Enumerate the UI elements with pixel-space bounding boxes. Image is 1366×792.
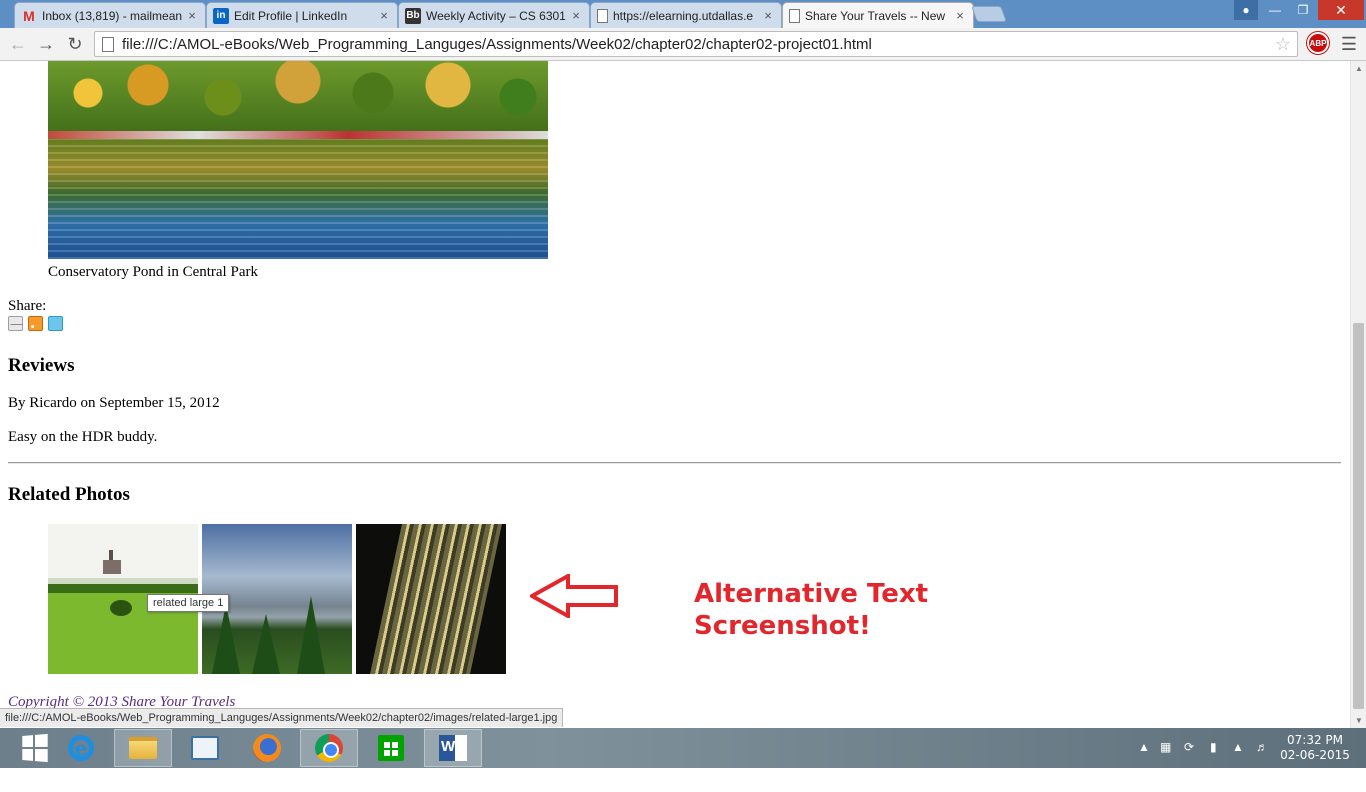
share-label: Share: [8,298,47,314]
tab-share-your-travels[interactable]: Share Your Travels -- New × [782,2,974,28]
annotation-line-2: Screenshot! [694,611,871,641]
status-bubble: file:///C:/AMOL-eBooks/Web_Programming_L… [0,708,564,727]
photo-caption: Conservatory Pond in Central Park [48,264,258,280]
related-photo-3[interactable] [356,524,506,674]
review-byline: By Ricardo on September 15, 2012 [8,395,220,411]
taskbar-internet-explorer[interactable]: e [52,729,110,767]
photo-trees [48,61,548,141]
reviews-heading: Reviews [8,355,75,376]
word-icon: W [439,735,467,761]
new-tab-button[interactable] [971,6,1007,22]
gmail-icon: M [23,7,35,24]
close-icon[interactable]: × [185,8,199,23]
review-text: Easy on the HDR buddy. [8,429,158,445]
rss-icon[interactable] [28,316,43,331]
user-icon[interactable]: ● [1234,0,1258,20]
photo-shore [48,131,548,139]
scrollbar-thumb[interactable] [1353,323,1364,709]
address-bar[interactable]: file:///C:/AMOL-eBooks/Web_Programming_L… [94,31,1298,57]
windows-logo-icon [22,733,48,763]
close-icon[interactable]: × [953,8,967,23]
tab-linkedin[interactable]: in Edit Profile | LinkedIn × [206,2,398,28]
tab-title: https://elearning.utdallas.e [613,8,754,23]
related-photos-heading: Related Photos [8,484,130,505]
church-shape [103,550,121,574]
show-hidden-icons-icon[interactable]: ▲ [1138,740,1150,754]
restore-icon[interactable]: ❐ [1290,0,1316,20]
action-center-icon[interactable]: ▦ [1160,740,1171,754]
tab-title: Share Your Travels -- New [805,8,946,23]
forward-icon[interactable]: → [34,32,58,56]
vertical-scrollbar[interactable]: ▲ ▼ [1350,61,1366,728]
menu-icon[interactable]: ☰ [1340,34,1358,54]
taskbar-chrome[interactable] [300,729,358,767]
internet-explorer-icon: e [68,735,94,761]
page-icon [102,36,114,52]
page-icon [597,8,608,23]
minimize-icon[interactable]: — [1262,0,1288,20]
close-icon[interactable]: × [761,8,775,23]
email-icon[interactable] [8,316,23,331]
url-text[interactable]: file:///C:/AMOL-eBooks/Web_Programming_L… [122,36,1273,53]
tree-shape [212,604,240,674]
twitter-icon[interactable] [48,316,63,331]
tab-title: Edit Profile | LinkedIn [234,8,348,23]
blackboard-icon: Bb [405,7,421,24]
tab-title: Inbox (13,819) - mailmean [42,8,182,23]
linkedin-icon: in [213,7,229,24]
tree-shape [252,614,280,674]
store-icon [378,735,404,761]
tab-weekly-activity[interactable]: Bb Weekly Activity – CS 6301 × [398,2,590,28]
system-clock[interactable]: 07:32 PM 02-06-2015 [1280,733,1350,763]
reload-icon[interactable]: ↻ [63,32,87,56]
clock-time: 07:32 PM [1287,733,1343,747]
hero-photo [48,61,548,259]
tree-shape [297,596,325,674]
bush-shape [110,600,132,616]
network-signal-icon[interactable]: ▲ [1232,740,1244,754]
page-viewport: Conservatory Pond in Central Park Share:… [0,61,1350,728]
close-window-icon[interactable]: ✕ [1318,0,1364,20]
page-icon [789,8,800,23]
firefox-icon [253,734,281,762]
folder-icon [129,737,157,759]
annotation-line-1: Alternative Text [694,579,929,609]
taskbar-store[interactable] [362,729,420,767]
scroll-up-icon[interactable]: ▲ [1355,64,1363,73]
bookmark-star-icon[interactable]: ☆ [1273,34,1293,55]
tab-elearning[interactable]: https://elearning.utdallas.e × [590,2,782,28]
tower-shape [370,524,502,674]
close-icon[interactable]: × [569,8,583,23]
scroll-down-icon[interactable]: ▼ [1355,716,1363,725]
taskbar-file-explorer[interactable] [114,729,172,767]
remote-desktop-icon [191,736,219,760]
photo-water [48,139,548,259]
battery-icon[interactable]: ▮ [1210,740,1217,754]
back-icon[interactable]: ← [6,32,30,56]
alt-text-tooltip: related large 1 [147,594,230,612]
left-arrow-icon [530,574,618,618]
taskbar-firefox[interactable] [238,729,296,767]
volume-icon[interactable]: ♬ [1256,740,1268,754]
browser-tab-strip: M Inbox (13,819) - mailmean × in Edit Pr… [0,0,1366,28]
windows-taskbar: e W ▲ ▦ ⟳ ▮ ▲ ♬ 07:32 PM 02-06-2015 [0,728,1366,768]
tab-title: Weekly Activity – CS 6301 [426,8,566,23]
close-icon[interactable]: × [377,8,391,23]
tab-gmail[interactable]: M Inbox (13,819) - mailmean × [14,2,206,28]
taskbar-remote-desktop[interactable] [176,729,234,767]
browser-toolbar: ← → ↻ file:///C:/AMOL-eBooks/Web_Program… [0,28,1366,61]
chrome-icon [315,734,343,762]
adblock-plus-icon[interactable]: ABP [1307,32,1329,54]
sync-icon[interactable]: ⟳ [1184,740,1194,754]
annotation-text: Alternative Text Screenshot! [694,578,994,642]
taskbar-word[interactable]: W [424,729,482,767]
clock-date: 02-06-2015 [1280,748,1350,762]
horizontal-rule [8,462,1341,464]
